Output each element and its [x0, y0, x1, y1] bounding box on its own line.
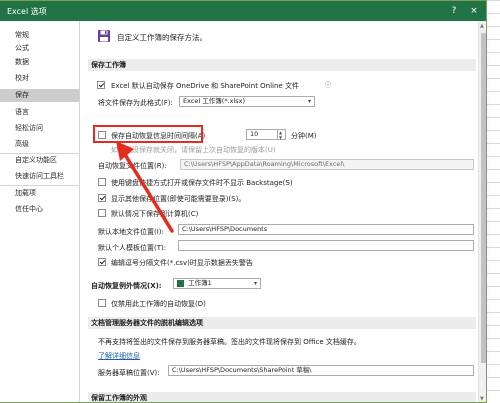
scroll-up-icon[interactable]: ▲ [480, 23, 484, 29]
minutes-spinner[interactable]: ▲ ▼ [278, 129, 286, 140]
vertical-scrollbar[interactable]: ▲ ▼ [478, 21, 486, 402]
personal-templates-label: 默认个人模板位置(T): [98, 244, 167, 252]
autorecover-location-value: C:\Users\HFSP\AppData\Roaming\Microsoft\… [184, 160, 345, 168]
local-location-input[interactable]: C:\Users\HFSP\Documents [178, 224, 474, 235]
sidebar-item-formulas[interactable]: 公式 [0, 42, 79, 55]
save-to-computer-checkbox[interactable] [98, 209, 106, 217]
offline-editing-description: 不再支持将签出的文件保存到服务器草稿。签出的文件现将保存到 Office 文档缓… [98, 338, 361, 346]
page-description: 自定义工作簿的保存方法。 [117, 33, 207, 42]
csv-warning-checkbox[interactable] [98, 258, 106, 266]
save-format-value: Excel 工作簿(*.xlsx) [183, 97, 246, 105]
autosave-label: Excel 默认自动保存 OneDrive 和 SharePoint Onlin… [111, 82, 299, 90]
save-disk-icon [98, 30, 110, 42]
sidebar-item-data[interactable]: 数据 [0, 56, 79, 69]
close-icon[interactable]: × [467, 4, 481, 18]
section-save-workbooks: 保存工作簿 [88, 59, 476, 71]
title-bar: Excel 选项 ? × [0, 1, 486, 21]
excel-options-dialog: Excel 选项 ? × 常规 公式 数据 校对 保存 语言 轻松访问 高级 自… [0, 0, 487, 403]
drafts-location-value: C:\Users\HFSP\Documents\SharePoint 草稿\ [172, 366, 312, 374]
scroll-down-icon[interactable]: ▼ [480, 396, 484, 402]
excel-workbook-icon [177, 279, 184, 287]
minutes-unit-label: 分钟(M) [291, 132, 317, 140]
content-pane: 自定义工作簿的保存方法。 保存工作簿 Excel 默认自动保存 OneDrive… [80, 21, 486, 402]
autorecover-minutes-value: 10 [250, 130, 259, 138]
sidebar-item-customize-ribbon[interactable]: 自定义功能区 [0, 154, 79, 167]
spreadsheet-background [486, 0, 500, 403]
section-preserve-visual: 保留工作簿的外观 [88, 392, 476, 402]
drafts-location-label: 服务器草稿位置(V): [98, 369, 160, 377]
sidebar-item-proofing[interactable]: 校对 [0, 72, 79, 85]
autosave-checkbox[interactable] [97, 81, 105, 89]
autorecover-exceptions-label: 自动恢复例外情况(X): [91, 282, 162, 290]
spin-down-icon: ▼ [279, 135, 283, 140]
chevron-down-icon: ▾ [307, 98, 311, 105]
sidebar-item-general[interactable]: 常规 [0, 29, 79, 42]
sidebar-item-quick-access-toolbar[interactable]: 快速访问工具栏 [0, 170, 79, 183]
csv-warning-label: 编辑逗号分隔文件(*.csv)时显示数据丢失警告 [111, 259, 253, 267]
local-location-value: C:\Users\HFSP\Documents [182, 225, 268, 233]
window-title: Excel 选项 [7, 7, 47, 16]
autorecover-minutes-input[interactable]: 10 [246, 129, 278, 140]
scroll-thumb[interactable] [481, 33, 486, 363]
section-offline-editing: 文档管理服务器文件的脱机编辑选项 [88, 317, 476, 329]
learn-more-link[interactable]: 了解详细信息 [98, 351, 140, 361]
disable-autorecover-label: 仅禁用此工作簿的自动恢复(D) [111, 300, 206, 308]
save-format-label: 将文件保存为此格式(F): [98, 99, 173, 107]
no-backstage-checkbox[interactable] [98, 178, 106, 186]
personal-templates-input[interactable] [178, 240, 474, 251]
red-arrow-annotation [116, 141, 174, 233]
chevron-down-icon: ▾ [253, 280, 257, 287]
sidebar-divider [0, 185, 79, 186]
save-format-dropdown[interactable]: Excel 工作簿(*.xlsx) ▾ [179, 96, 315, 107]
workbook-value: 工作簿1 [188, 279, 212, 287]
info-icon: ⓘ [325, 82, 332, 89]
autorecover-location-input[interactable]: C:\Users\HFSP\AppData\Roaming\Microsoft\… [180, 159, 474, 170]
sidebar-item-language[interactable]: 语言 [0, 106, 79, 119]
show-more-places-checkbox[interactable] [98, 194, 106, 202]
sidebar: 常规 公式 数据 校对 保存 语言 轻松访问 高级 自定义功能区 快速访问工具栏… [0, 21, 80, 402]
sidebar-item-advanced[interactable]: 高级 [0, 138, 79, 151]
workbook-dropdown[interactable]: 工作簿1 ▾ [173, 278, 261, 289]
sidebar-item-trust-center[interactable]: 信任中心 [0, 203, 79, 216]
help-icon[interactable]: ? [447, 4, 461, 18]
sidebar-item-save[interactable]: 保存 [0, 89, 79, 102]
disable-autorecover-checkbox[interactable] [98, 299, 106, 307]
sidebar-item-add-ins[interactable]: 加载项 [0, 187, 79, 200]
sidebar-item-accessibility[interactable]: 轻松访问 [0, 122, 79, 135]
drafts-location-input[interactable]: C:\Users\HFSP\Documents\SharePoint 草稿\ [168, 365, 474, 376]
